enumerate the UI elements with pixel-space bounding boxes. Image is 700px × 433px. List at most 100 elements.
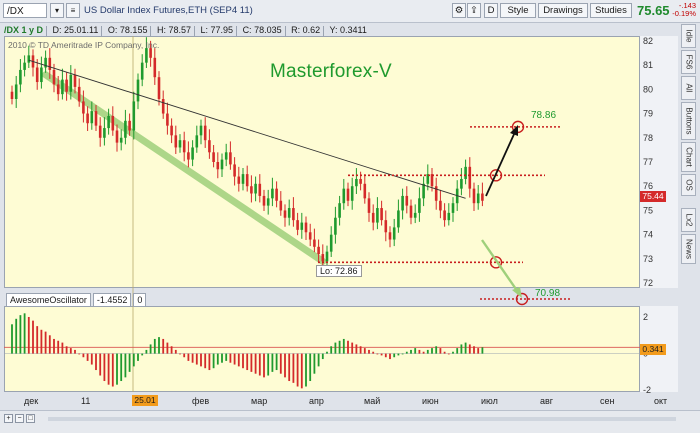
oscillator-bar	[292, 353, 295, 383]
price-tick-label: 73	[643, 254, 653, 264]
candle-body	[241, 174, 245, 184]
candle-body	[103, 128, 106, 138]
candle-body	[61, 79, 64, 95]
oscillator-bar	[27, 316, 30, 354]
candle-body	[191, 147, 194, 160]
oscillator-bar	[452, 351, 454, 354]
x-tick-label: 11	[81, 396, 91, 406]
oscillator-bar	[372, 351, 375, 354]
x-tick-label: дек	[24, 396, 39, 406]
zoom-out-icon[interactable]: −	[15, 414, 24, 423]
oscillator-bar	[191, 353, 194, 363]
candle-body	[199, 125, 203, 136]
oscillator-bar	[95, 353, 97, 371]
candle-body	[157, 77, 161, 99]
zoom-in-icon[interactable]: +	[4, 414, 13, 423]
candle-body	[409, 205, 413, 218]
candle-body	[14, 84, 18, 99]
oscillator-bar	[36, 326, 39, 354]
candle-body	[367, 198, 371, 213]
side-tab-idle[interactable]: Idle	[681, 24, 696, 48]
candle-body	[132, 101, 136, 131]
candle-body	[27, 55, 31, 63]
side-tab-buttons[interactable]: Buttons	[681, 102, 696, 140]
candle-body	[233, 164, 236, 177]
oscillator-bar	[422, 351, 425, 354]
oscillator-bar	[338, 340, 341, 354]
oscillator-name[interactable]: AwesomeOscillator	[6, 293, 91, 307]
candle-body	[472, 188, 476, 204]
candle-body	[355, 178, 358, 187]
candle-body	[392, 227, 396, 240]
x-tick-label: апр	[309, 396, 324, 406]
candle-body	[317, 246, 320, 255]
bottom-bar: + − □	[0, 410, 700, 433]
oscillator-bar	[342, 338, 345, 354]
oscillator-bar	[170, 346, 173, 354]
x-tick-label: июл	[481, 396, 498, 406]
x-tick-label: окт	[654, 396, 668, 406]
oscillator-bar	[250, 353, 253, 372]
oscillator-bar	[78, 353, 81, 355]
side-tab-lx2[interactable]: Lx2	[681, 208, 696, 232]
candle-body	[266, 198, 270, 206]
side-tab-all[interactable]: All	[681, 76, 696, 100]
oscillator-bar	[53, 338, 55, 354]
oscillator-bar	[86, 353, 89, 361]
oscillator-bar	[137, 353, 139, 361]
candle-body	[48, 57, 52, 70]
oscillator-bar	[242, 353, 244, 369]
candle-body	[271, 188, 274, 199]
oscillator-bar	[279, 353, 282, 374]
oscillator-bar	[200, 353, 202, 367]
candle-body	[292, 208, 295, 221]
oscillator-bar	[317, 353, 320, 367]
x-tick-label: авг	[540, 396, 554, 406]
candle-body	[40, 67, 43, 83]
side-tab-os[interactable]: OS	[681, 174, 696, 196]
horizontal-scrollbar[interactable]	[48, 417, 676, 421]
candle-body	[237, 176, 241, 184]
oscillator-bar	[74, 349, 76, 354]
candle-body	[287, 208, 291, 218]
x-tick-label: сен	[600, 396, 615, 406]
oscillator-tick-label: 2	[643, 312, 648, 322]
candle-body	[119, 137, 123, 143]
candle-body	[464, 166, 467, 179]
candle-body	[262, 195, 266, 206]
oscillator-bar	[321, 353, 324, 360]
candle-body	[304, 222, 308, 233]
candle-body	[460, 178, 463, 189]
candle-body	[405, 195, 409, 206]
candle-body	[220, 159, 224, 170]
candle-body	[321, 254, 325, 262]
side-tab-chart[interactable]: Chart	[681, 142, 696, 172]
candle-body	[296, 220, 299, 230]
oscillator-bar	[355, 344, 358, 354]
candle-body	[279, 200, 283, 211]
last-price-tag: 75.44	[640, 191, 666, 202]
side-tab-news[interactable]: News	[681, 234, 696, 264]
oscillator-bar	[313, 353, 316, 374]
candle-body	[203, 125, 207, 141]
oscillator-bar	[65, 346, 68, 354]
oscillator-bar	[368, 349, 370, 354]
price-tick-label: 72	[643, 278, 653, 288]
candle-body	[359, 178, 362, 184]
oscillator-bar	[326, 351, 328, 354]
side-tab-fs6[interactable]: FS6	[681, 50, 696, 74]
oscillator-bar	[40, 329, 43, 354]
price-tick-label: 78	[643, 133, 653, 143]
oscillator-header[interactable]: AwesomeOscillator -1.4552 0	[6, 293, 148, 307]
low-label: Lo: 72.86	[316, 265, 362, 277]
zoom-reset-icon[interactable]: □	[26, 414, 35, 423]
oscillator-bar	[82, 353, 85, 358]
candle-body	[342, 188, 346, 204]
oscillator-bar	[145, 349, 148, 354]
oscillator-bar	[103, 353, 106, 382]
oscillator-bar	[90, 353, 93, 365]
oscillator-bar	[271, 353, 274, 372]
oscillator-bar	[128, 353, 131, 372]
oscillator-bar	[32, 320, 34, 354]
oscillator-bar	[187, 353, 190, 361]
